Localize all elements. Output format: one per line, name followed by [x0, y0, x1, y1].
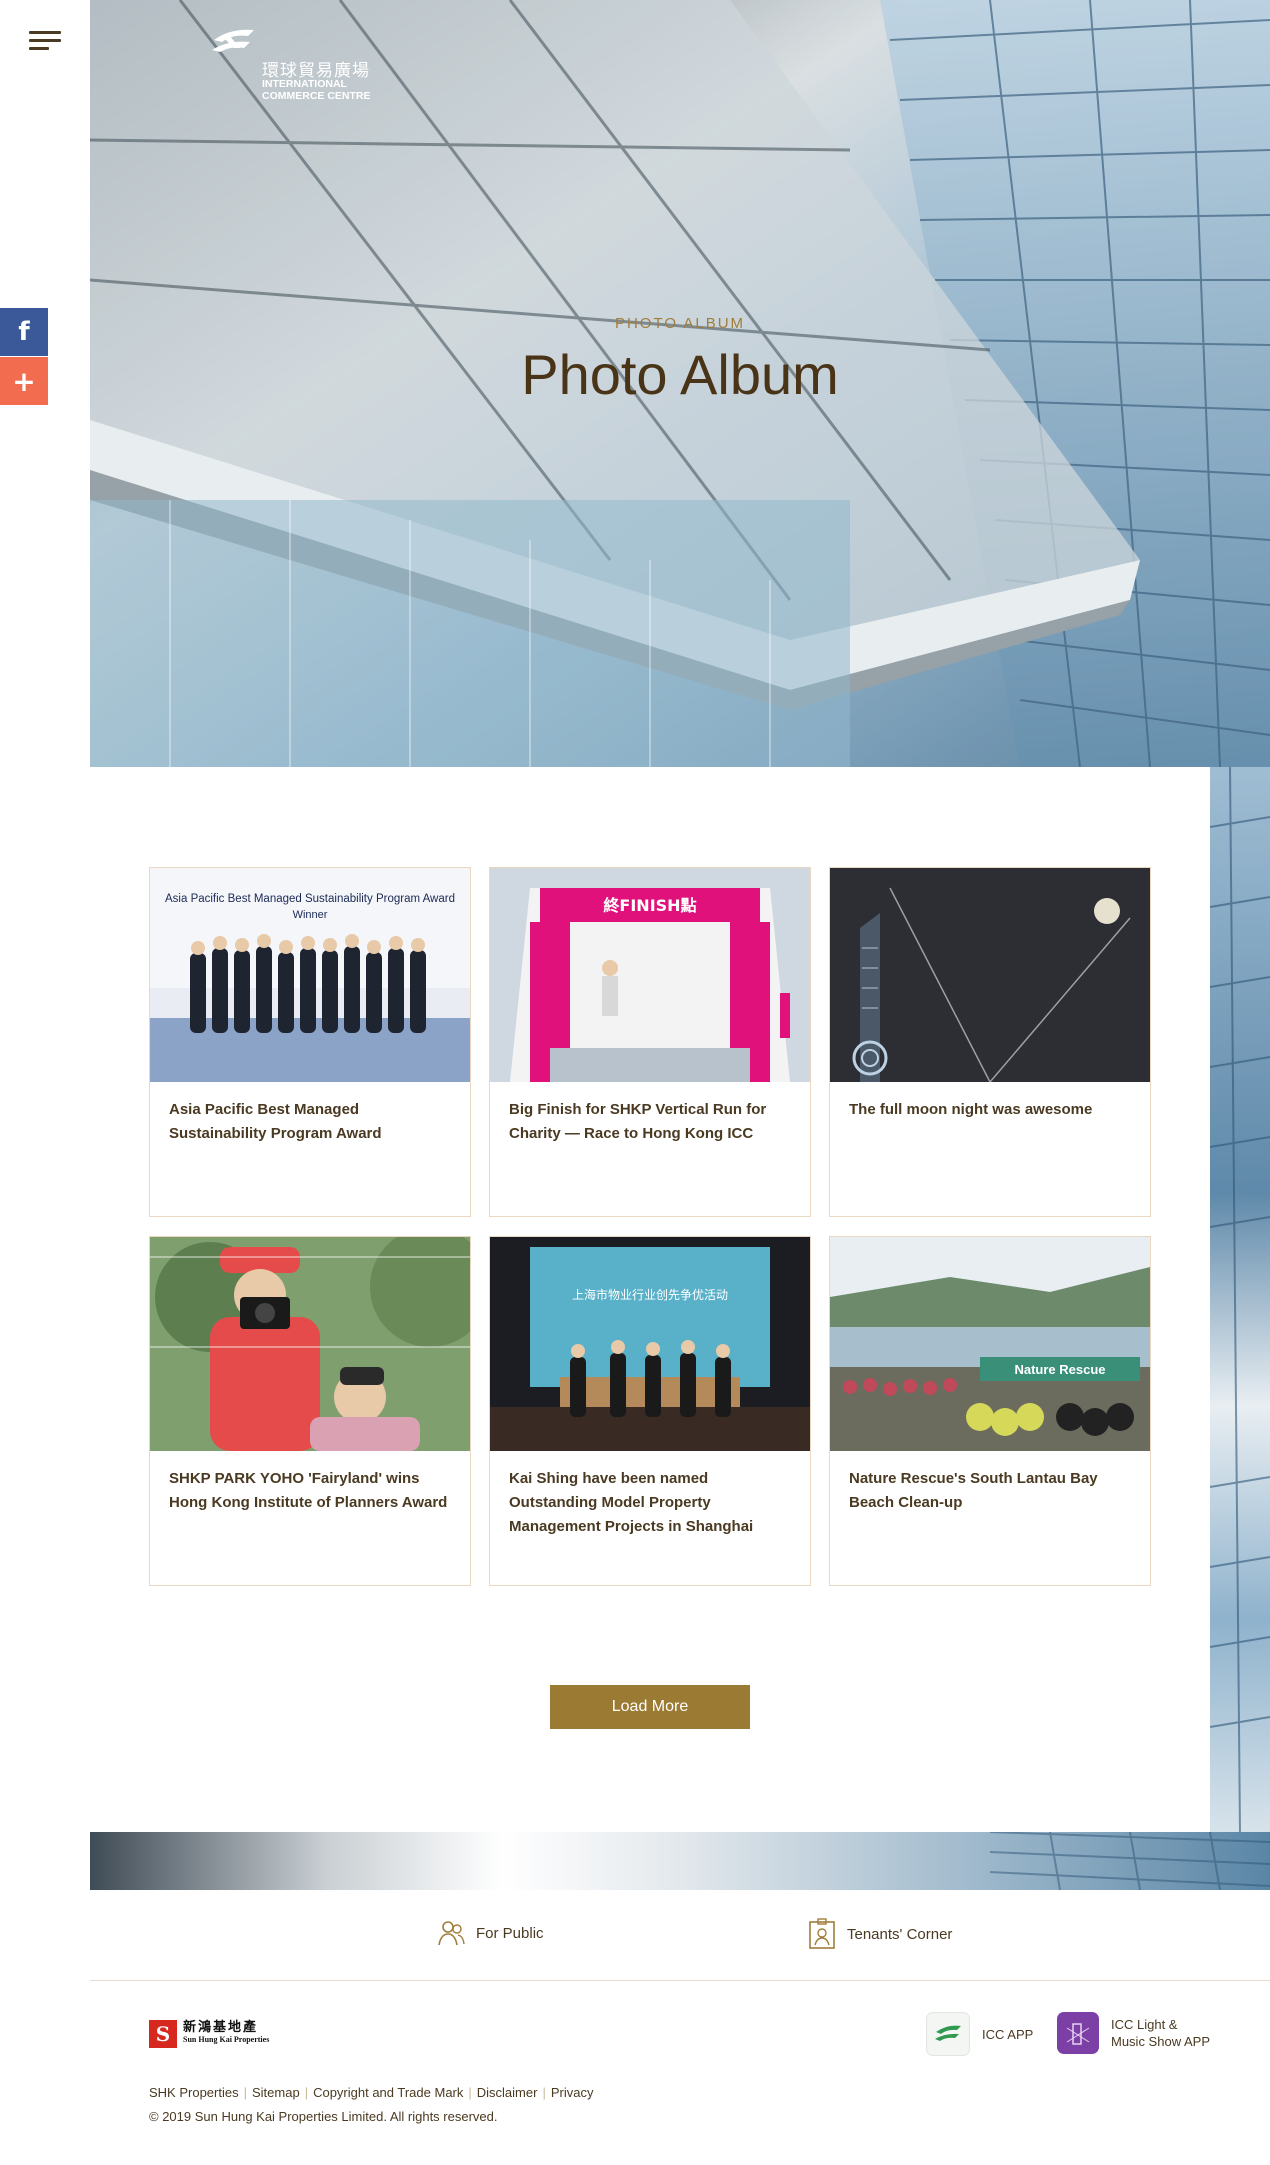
icc-logo[interactable]: 環球貿易廣場 INTERNATIONAL COMMERCE CENTRE	[210, 26, 400, 106]
album-caption[interactable]: Asia Pacific Best Managed Sustainability…	[169, 1098, 451, 1146]
album-card[interactable]: 終FINISH點 Big Finish for SHKP Vertical Ru…	[489, 867, 811, 1217]
album-card[interactable]: Nature Rescue Nature Rescue's South Lant…	[829, 1236, 1151, 1586]
for-public-link[interactable]: For Public	[436, 1918, 544, 1948]
footer-image-band	[90, 1832, 1270, 1890]
shanghai-screen-text: 上海市物业行业创先争优活动	[572, 1287, 728, 1302]
album-caption[interactable]: The full moon night was awesome	[849, 1098, 1131, 1122]
icc-logo-icon	[212, 29, 254, 52]
award-banner-text: Asia Pacific Best Managed Sustainability…	[165, 893, 455, 905]
facebook-icon: f	[18, 317, 30, 347]
shk-logo[interactable]: S 新鴻基地產 Sun Hung Kai Properties	[149, 2018, 289, 2050]
icc-light-music-app-link[interactable]: ICC Light & Music Show APP	[1057, 2012, 1210, 2054]
hero-eyebrow: PHOTO ALBUM	[614, 315, 746, 332]
album-caption[interactable]: Nature Rescue's South Lantau Bay Beach C…	[849, 1467, 1131, 1515]
footer-link-copyright[interactable]: Copyright and Trade Mark	[313, 2085, 463, 2100]
finish-banner-text: 終FINISH點	[603, 896, 696, 915]
icc-app-link[interactable]: ICC APP	[926, 2012, 1033, 2056]
light-music-app-label-line2: Music Show APP	[1111, 2034, 1210, 2049]
album-card[interactable]: 上海市物业行业创先争优活动 Kai Shing have been named …	[489, 1236, 811, 1586]
nature-rescue-banner-text: Nature Rescue	[1014, 1362, 1105, 1377]
shk-english-name: Sun Hung Kai Properties	[183, 2035, 270, 2044]
album-caption[interactable]: Big Finish for SHKP Vertical Run for Cha…	[509, 1098, 791, 1146]
tenants-corner-link[interactable]: Tenants' Corner	[807, 1918, 952, 1950]
album-thumbnail[interactable]	[830, 868, 1150, 1082]
tenants-corner-label: Tenants' Corner	[847, 1925, 953, 1943]
hamburger-menu-icon[interactable]	[29, 31, 61, 51]
logo-english-line1: INTERNATIONAL	[262, 78, 347, 90]
album-thumbnail[interactable]: 終FINISH點	[490, 868, 810, 1082]
footer-link-privacy[interactable]: Privacy	[551, 2085, 594, 2100]
page-title: Photo Album	[521, 343, 839, 406]
album-card[interactable]: Asia Pacific Best Managed Sustainability…	[149, 867, 471, 1217]
footer-nav: For Public Tenants' Corner	[90, 1900, 1270, 1981]
id-badge-icon	[809, 1918, 835, 1949]
album-caption[interactable]: SHKP PARK YOHO 'Fairyland' wins Hong Kon…	[169, 1467, 451, 1515]
icc-app-icon	[926, 2012, 970, 2056]
shk-chinese-name: 新鴻基地產	[183, 2020, 259, 2035]
footer-link-disclaimer[interactable]: Disclaimer	[477, 2085, 538, 2100]
shk-logo-icon: S	[149, 2020, 177, 2048]
light-music-app-label-line1: ICC Light &	[1111, 2017, 1178, 2032]
for-public-label: For Public	[476, 1924, 544, 1942]
light-music-app-icon	[1057, 2012, 1099, 2054]
more-share-button[interactable]: +	[0, 357, 48, 405]
facebook-share-button[interactable]: f	[0, 308, 48, 356]
album-card[interactable]: The full moon night was awesome	[829, 867, 1151, 1217]
logo-english-line2: COMMERCE CENTRE	[262, 90, 371, 102]
icc-app-label: ICC APP	[982, 2026, 1034, 2042]
album-caption[interactable]: Kai Shing have been named Outstanding Mo…	[509, 1467, 791, 1539]
plus-icon: +	[12, 364, 36, 398]
logo-english-name: INTERNATIONAL COMMERCE CENTRE	[262, 78, 392, 102]
footer-link-sitemap[interactable]: Sitemap	[252, 2085, 300, 2100]
people-icon	[438, 1921, 465, 1946]
legal-links: SHK Properties | Sitemap | Copyright and Tra…	[149, 2085, 594, 2100]
album-card[interactable]: SHKP PARK YOHO 'Fairyland' wins Hong Kon…	[149, 1236, 471, 1586]
side-building-image	[1210, 767, 1270, 1832]
album-thumbnail[interactable]: 上海市物业行业创先争优活动	[490, 1237, 810, 1451]
footer-link-shk-properties[interactable]: SHK Properties	[149, 2085, 239, 2100]
copyright-text: © 2019 Sun Hung Kai Properties Limited. …	[149, 2109, 498, 2124]
hero-banner: 環球貿易廣場 INTERNATIONAL COMMERCE CENTRE PHO…	[90, 0, 1270, 767]
album-thumbnail[interactable]: Asia Pacific Best Managed Sustainability…	[150, 868, 470, 1082]
load-more-button[interactable]: Load More	[550, 1685, 750, 1729]
award-winner-text: Winner	[293, 909, 328, 921]
album-thumbnail[interactable]: Nature Rescue	[830, 1237, 1150, 1451]
album-thumbnail[interactable]	[150, 1237, 470, 1451]
